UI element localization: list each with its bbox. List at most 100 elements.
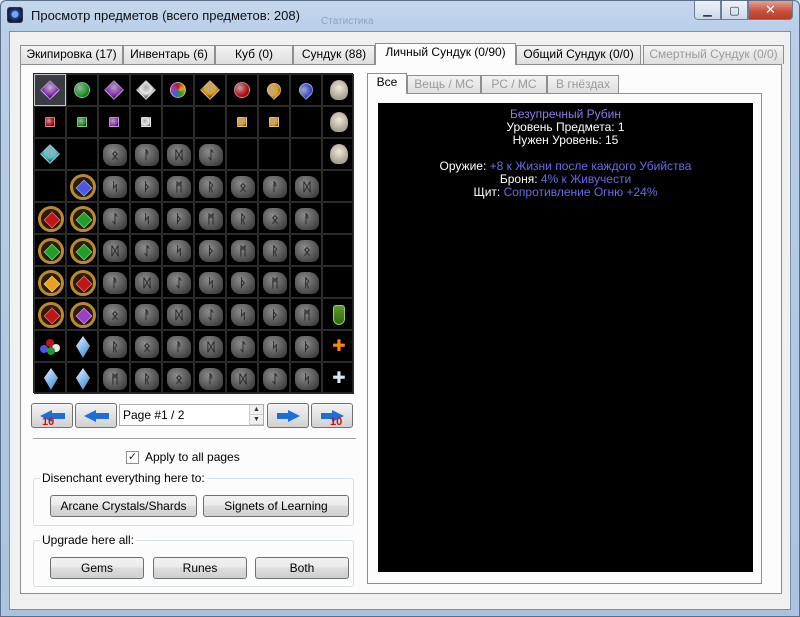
grid-cell-rune[interactable]: ᚨ [162,330,194,362]
grid-cell-emerald-gem[interactable] [66,74,98,106]
grid-cell-rune[interactable]: ᛇ [194,138,226,170]
grid-cell-rune[interactable]: ᛇ [226,330,258,362]
grid-cell-rune[interactable]: ᛋ [290,362,322,394]
grid-cell-rune[interactable]: ᛇ [162,266,194,298]
grid-cell-rune[interactable]: ᛞ [162,298,194,330]
grid-cell-emerald-gem[interactable] [66,106,98,138]
grid-cell-rune[interactable]: ᛞ [290,170,322,202]
grid-cell-rune[interactable]: ᛗ [162,170,194,202]
grid-cell-rune[interactable]: ᛋ [226,298,258,330]
grid-cell-topaz-gem[interactable] [226,106,258,138]
spin-up-icon[interactable]: ▲ [250,405,263,415]
grid-cell-rune[interactable]: ᛟ [258,202,290,234]
tab-shared-stash[interactable]: Общий Сундук (0/0) [516,45,641,64]
back-10-pages-button[interactable]: 10 [31,403,73,428]
grid-cell-rune[interactable]: ᛋ [130,202,162,234]
upgrade-gems-button[interactable]: Gems [50,557,144,579]
grid-cell-topaz-gem[interactable] [258,74,290,106]
grid-cell-empty[interactable] [226,138,258,170]
grid-cell-rune[interactable]: ᛗ [258,266,290,298]
grid-cell-rune[interactable]: ᚨ [130,138,162,170]
grid-cell-rune[interactable]: ᛟ [226,170,258,202]
grid-cell-cross-icon[interactable]: ✚ [322,362,354,394]
grid-cell-potion-icon[interactable] [322,298,354,330]
grid-cell-rune[interactable]: ᚱ [226,202,258,234]
tab-inventory[interactable]: Инвентарь (6) [123,45,215,64]
grid-cell-rune[interactable]: ᛞ [162,138,194,170]
grid-cell-amulet-red[interactable] [66,266,98,298]
grid-cell-sapphire-gem[interactable] [290,74,322,106]
grid-cell-skull-gem[interactable] [322,74,354,106]
grid-cell-rune[interactable]: ᚨ [98,266,130,298]
grid-cell-amulet-green[interactable] [34,234,66,266]
grid-cell-empty[interactable] [66,138,98,170]
grid-cell-rune[interactable]: ᛟ [130,330,162,362]
grid-cell-rune[interactable]: ᛇ [130,234,162,266]
tab-cube[interactable]: Куб (0) [215,45,293,64]
grid-cell-amethyst-gem[interactable] [98,74,130,106]
grid-cell-crystal-icon[interactable] [66,330,98,362]
grid-cell-skull-gem[interactable] [322,138,354,170]
grid-cell-rune[interactable]: ᚦ [194,234,226,266]
grid-cell-rune[interactable]: ᛋ [98,170,130,202]
grid-cell-rune[interactable]: ᛇ [258,362,290,394]
grid-cell-rune[interactable]: ᛇ [98,202,130,234]
grid-cell-rune[interactable]: ᚦ [290,330,322,362]
tab-personal-stash[interactable]: Личный Сундук (0/90) [375,43,516,65]
grid-cell-rune[interactable]: ᛟ [290,234,322,266]
grid-cell-empty[interactable] [34,170,66,202]
grid-cell-rune[interactable]: ᚱ [194,170,226,202]
tab-stash[interactable]: Сундук (88) [293,45,375,64]
grid-cell-rune[interactable]: ᚨ [194,362,226,394]
grid-cell-amulet-purple[interactable] [66,298,98,330]
item-grid[interactable]: ᛟᚨᛞᛇᛋᚦᛗᚱᛟᚨᛞᛇᛋᚦᛗᚱᛟᚨᛞᛇᛋᚦᛗᚱᛟᚨᛞᛇᛋᚦᛗᚱᛟᚨᛞᛇᛋᚦᛗᚱ… [33,73,354,394]
grid-cell-rune[interactable]: ᛗ [290,298,322,330]
grid-cell-rune[interactable]: ᛞ [194,330,226,362]
maximize-button[interactable]: ▢ [721,1,748,20]
arcane-crystals-button[interactable]: Arcane Crystals/Shards [50,495,197,517]
title-bar[interactable]: Просмотр предметов (всего предметов: 208… [1,1,799,31]
grid-cell-empty[interactable] [322,266,354,298]
grid-cell-rune[interactable]: ᛞ [226,362,258,394]
minimize-button[interactable]: ▁ [694,1,721,20]
grid-cell-rune[interactable]: ᛋ [194,266,226,298]
tab-equipment[interactable]: Экипировка (17) [20,45,123,64]
grid-cell-empty[interactable] [322,170,354,202]
grid-cell-rune[interactable]: ᛞ [98,234,130,266]
grid-cell-rune[interactable]: ᚱ [130,362,162,394]
previous-page-button[interactable] [75,403,117,428]
grid-cell-rune[interactable]: ᛗ [194,202,226,234]
grid-cell-rune[interactable]: ᚱ [290,266,322,298]
grid-cell-empty[interactable] [290,138,322,170]
grid-cell-aquamarine-gem[interactable] [34,138,66,170]
upgrade-runes-button[interactable]: Runes [153,557,247,579]
grid-cell-rune[interactable]: ᚨ [258,170,290,202]
grid-cell-topaz-gem[interactable] [194,74,226,106]
apply-all-pages[interactable]: ✓ Apply to all pages [126,449,240,465]
grid-cell-empty[interactable] [290,106,322,138]
grid-cell-empty[interactable] [258,138,290,170]
next-page-button[interactable] [267,403,309,428]
grid-cell-rune[interactable]: ᛟ [98,138,130,170]
grid-cell-amethyst-gem[interactable] [98,106,130,138]
grid-cell-crystal-icon[interactable] [66,362,98,394]
grid-cell-rainbow-gem[interactable] [162,74,194,106]
grid-cell-stones-icon[interactable] [34,330,66,362]
grid-cell-rune[interactable]: ᚨ [130,298,162,330]
apply-all-checkbox[interactable]: ✓ [126,450,139,464]
grid-cell-cross-icon[interactable]: ✚ [322,330,354,362]
grid-cell-amulet-blue[interactable] [66,170,98,202]
grid-cell-ruby-gem[interactable] [226,74,258,106]
grid-cell-rune[interactable]: ᛋ [162,234,194,266]
forward-10-pages-button[interactable]: 10 [311,403,353,428]
grid-cell-rune[interactable]: ᚱ [98,330,130,362]
grid-cell-empty[interactable] [322,202,354,234]
grid-cell-diamond-gem[interactable] [130,74,162,106]
grid-cell-amulet-green[interactable] [66,202,98,234]
grid-cell-rune[interactable]: ᚦ [226,266,258,298]
tab-all[interactable]: Все [367,73,407,94]
grid-cell-rune[interactable]: ᛞ [130,266,162,298]
grid-cell-rune[interactable]: ᚱ [258,234,290,266]
grid-cell-empty[interactable] [322,234,354,266]
grid-cell-rune[interactable]: ᚦ [162,202,194,234]
